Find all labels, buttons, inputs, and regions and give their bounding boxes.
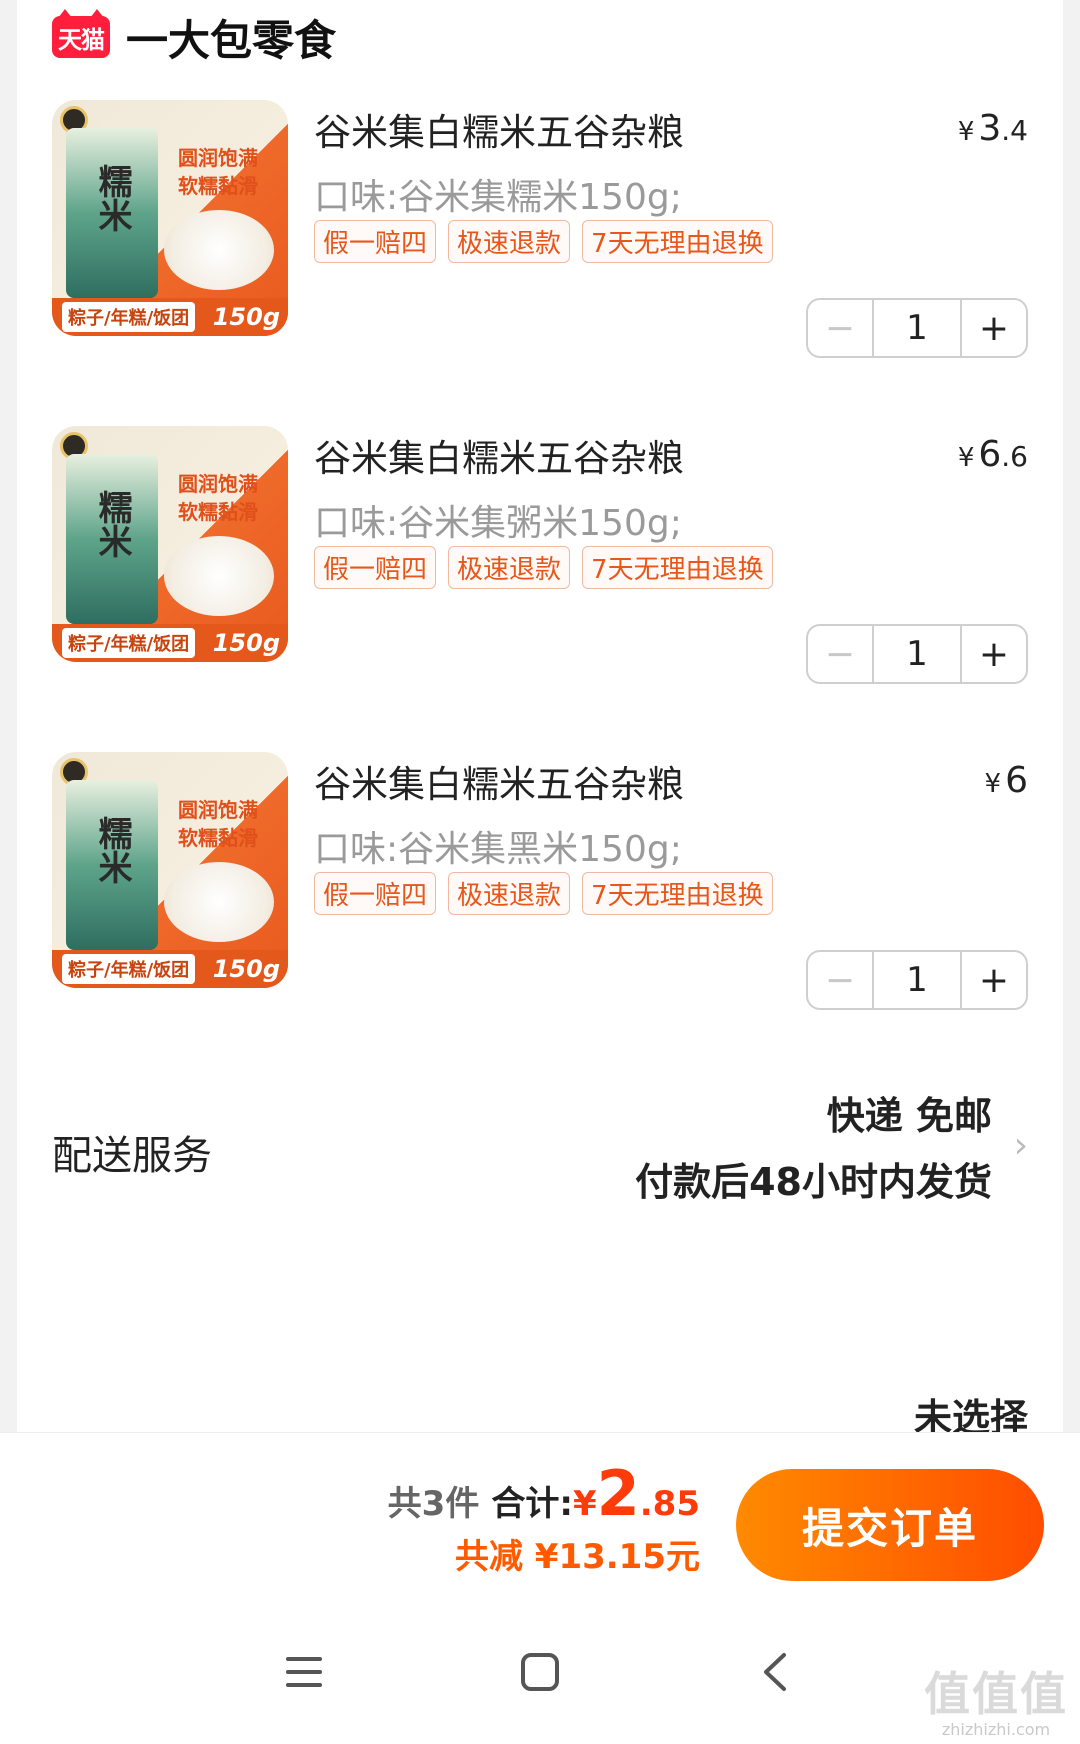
service-tags: 假一赔四 极速退款 7天无理由退换 [314,872,773,915]
product-slogan: 圆润饱满 软糯黏滑 [178,472,258,524]
product-spec[interactable]: 口味:谷米集粥米150g; [314,494,682,546]
service-tags: 假一赔四 极速退款 7天无理由退换 [314,220,773,263]
total-amount-decimal: .85 [639,1484,700,1524]
bag-text: 糯米 [92,490,132,558]
service-tags: 假一赔四 极速退款 7天无理由退换 [314,546,773,589]
total-currency: ¥ [572,1484,597,1524]
total-label: 合计: [491,1484,573,1524]
system-nav-bar [0,1590,1080,1744]
tag-7day-return: 7天无理由退换 [582,546,773,589]
submit-order-button[interactable]: 提交订单 [736,1469,1044,1581]
product-price: ¥6.6 [957,434,1028,475]
quantity-stepper: − 1 + [806,624,1028,684]
tag-fake-compensation: 假一赔四 [314,872,437,915]
decrease-button[interactable]: − [808,300,872,356]
cart-item: 糯米 圆润饱满 软糯黏滑 粽子/年糕/饭团 150g 谷米集白糯米五谷杂粮 ¥6 … [52,752,1028,1052]
product-strip: 粽子/年糕/饭团 150g [52,624,288,662]
quantity-input[interactable]: 1 [872,626,962,682]
total-amount-integer: 2 [596,1457,640,1530]
delivery-service-row[interactable]: 配送服务 快递 免邮 付款后48小时内发货 › [52,1085,1028,1215]
discount-text[interactable]: 共减 ¥13.15元 [388,1529,700,1578]
bag-text: 糯米 [92,164,132,232]
tag-fake-compensation: 假一赔四 [314,546,437,589]
increase-button[interactable]: + [962,626,1026,682]
shop-name: 一大包零食 [126,15,337,65]
product-image[interactable]: 糯米 圆润饱满 软糯黏滑 粽子/年糕/饭团 150g [52,426,288,662]
back-icon[interactable] [745,1642,805,1702]
product-strip: 粽子/年糕/饭团 150g [52,950,288,988]
product-image[interactable]: 糯米 圆润饱满 软糯黏滑 粽子/年糕/饭团 150g [52,752,288,988]
item-count: 共3件 [387,1484,480,1524]
decrease-button[interactable]: − [808,952,872,1008]
cart-item: 糯米 圆润饱满 软糯黏滑 粽子/年糕/饭团 150g 谷米集白糯米五谷杂粮 ¥3.… [52,100,1028,400]
product-strip: 粽子/年糕/饭团 150g [52,298,288,336]
rice-bowl-image [164,210,274,290]
product-title[interactable]: 谷米集白糯米五谷杂粮 [314,102,684,156]
watermark: 值值值 zhizhizhi.com [924,1667,1068,1739]
tag-7day-return: 7天无理由退换 [582,872,773,915]
rice-bowl-image [164,862,274,942]
quantity-stepper: − 1 + [806,950,1028,1010]
home-icon[interactable] [510,1642,570,1702]
product-price: ¥6 [984,760,1028,801]
tmall-logo: 天猫 [52,9,110,58]
tag-fast-refund: 极速退款 [448,220,571,263]
product-title[interactable]: 谷米集白糯米五谷杂粮 [314,754,684,808]
product-title[interactable]: 谷米集白糯米五谷杂粮 [314,428,684,482]
delivery-label: 配送服务 [52,1133,212,1179]
decrease-button[interactable]: − [808,626,872,682]
increase-button[interactable]: + [962,300,1026,356]
order-summary: 共3件 合计: ¥ 2 .85 共减 ¥13.15元 [388,1463,700,1578]
rice-bowl-image [164,536,274,616]
product-slogan: 圆润饱满 软糯黏滑 [178,798,258,850]
product-slogan: 圆润饱满 软糯黏滑 [178,146,258,198]
unselected-option[interactable]: 未选择 [914,1392,1028,1432]
tag-fake-compensation: 假一赔四 [314,220,437,263]
quantity-stepper: − 1 + [806,298,1028,358]
tag-fast-refund: 极速退款 [448,872,571,915]
checkout-bar: 共3件 合计: ¥ 2 .85 共减 ¥13.15元 提交订单 [0,1432,1080,1590]
product-spec[interactable]: 口味:谷米集糯米150g; [314,168,682,220]
product-image[interactable]: 糯米 圆润饱满 软糯黏滑 粽子/年糕/饭团 150g [52,100,288,336]
menu-icon[interactable] [274,1642,334,1702]
tag-7day-return: 7天无理由退换 [582,220,773,263]
cart-item: 糯米 圆润饱满 软糯黏滑 粽子/年糕/饭团 150g 谷米集白糯米五谷杂粮 ¥6.… [52,426,1028,726]
shop-header[interactable]: 天猫 一大包零食 [52,9,336,65]
quantity-input[interactable]: 1 [872,952,962,1008]
increase-button[interactable]: + [962,952,1026,1008]
product-spec[interactable]: 口味:谷米集黑米150g; [314,820,682,872]
delivery-time: 付款后48小时内发货 [635,1160,992,1204]
product-price: ¥3.4 [957,108,1028,149]
chevron-right-icon: › [1013,1125,1028,1166]
delivery-method: 快递 免邮 [826,1094,992,1138]
bag-text: 糯米 [92,816,132,884]
quantity-input[interactable]: 1 [872,300,962,356]
tag-fast-refund: 极速退款 [448,546,571,589]
